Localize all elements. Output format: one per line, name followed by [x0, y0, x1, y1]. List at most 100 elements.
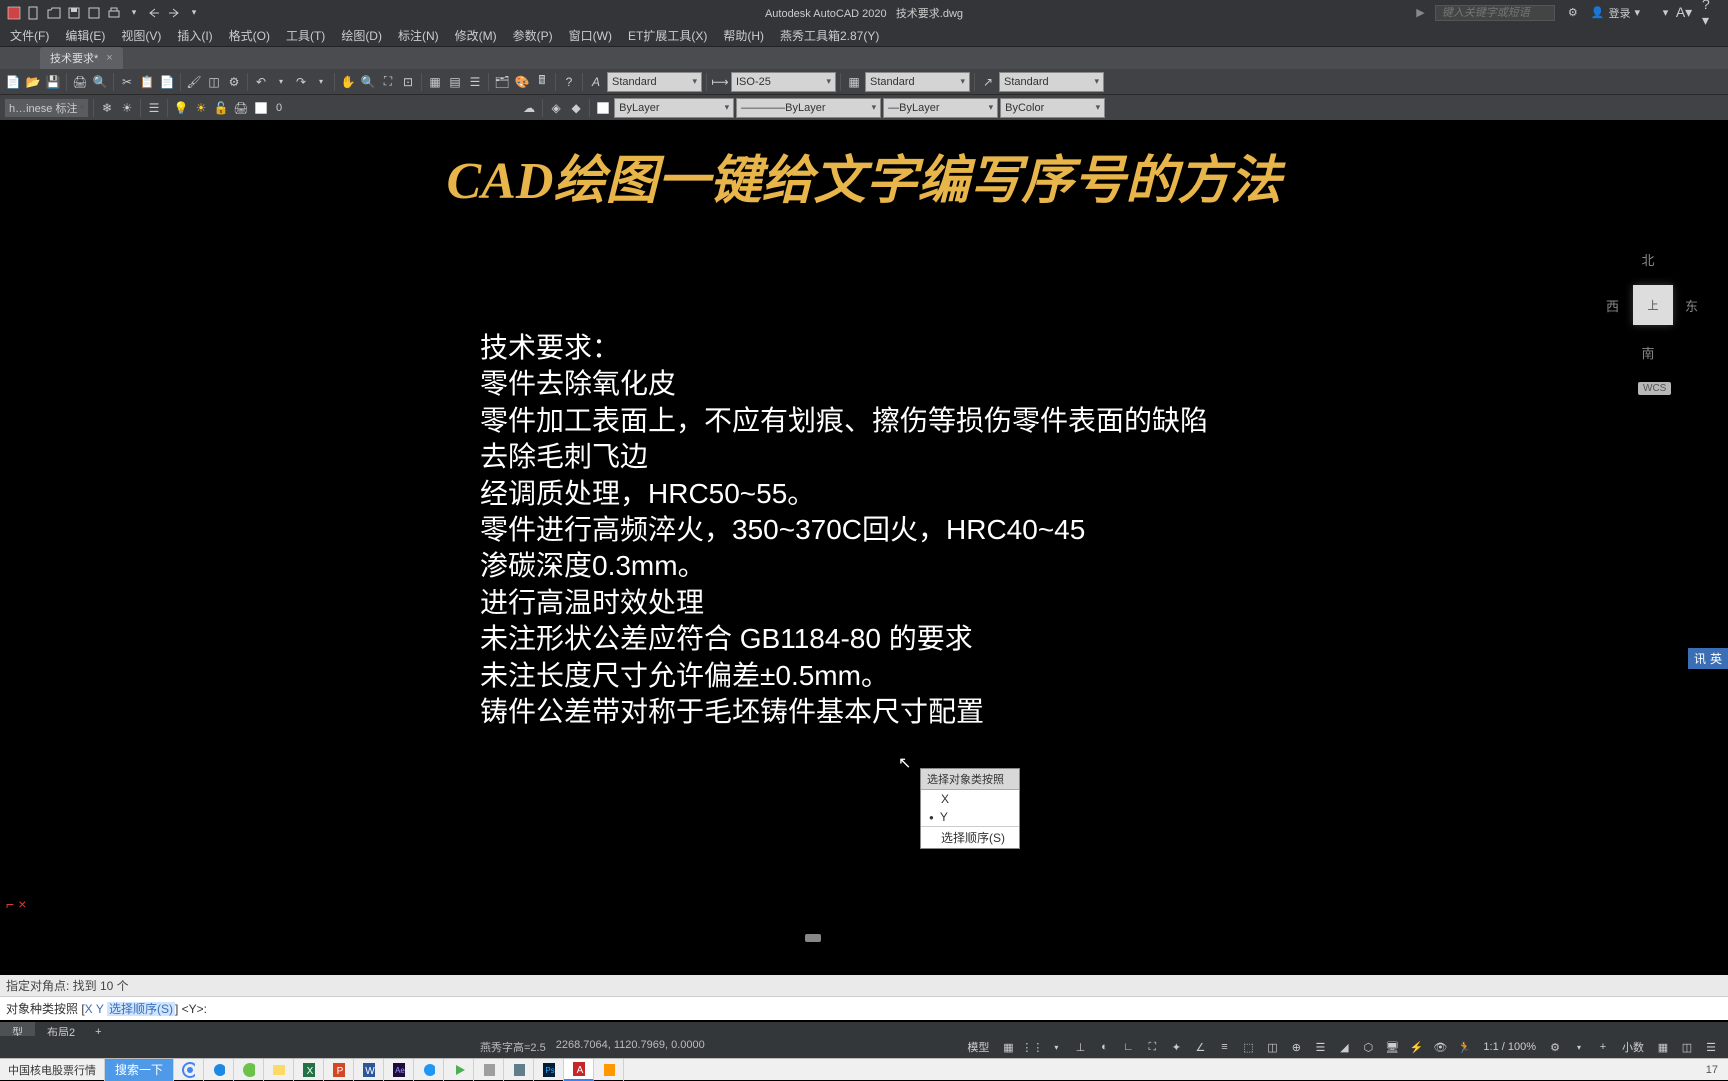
gear-icon[interactable]: ⚙ — [1546, 1038, 1564, 1056]
menu-help[interactable]: 帮助(H) — [715, 25, 772, 46]
viewcube-top[interactable]: 上 — [1633, 285, 1673, 325]
mleader-style-dropdown[interactable]: Standard — [999, 72, 1104, 92]
menu-yanxiu[interactable]: 燕秀工具箱2.87(Y) — [772, 25, 887, 46]
3dosnap-icon[interactable]: ✦ — [1167, 1038, 1185, 1056]
zoom-icon[interactable]: 🔍 — [359, 73, 377, 91]
browser-icon[interactable] — [234, 1059, 264, 1081]
text-line[interactable]: 零件进行高频淬火，350~370C回火，HRC40~45 — [480, 512, 1208, 548]
cart-icon[interactable]: ▾ — [1650, 5, 1666, 21]
text-line[interactable]: 铸件公差带对称于毛坯铸件基本尺寸配置 — [480, 694, 1208, 730]
sheet-icon[interactable]: ▤ — [446, 73, 464, 91]
preview-icon[interactable]: 🔍 — [91, 73, 109, 91]
save-icon[interactable] — [66, 5, 82, 21]
text-line[interactable]: 进行高温时效处理 — [480, 585, 1208, 621]
help-icon[interactable]: ? ▾ — [1702, 5, 1718, 21]
text-line[interactable]: 经调质处理，HRC50~55。 — [480, 476, 1208, 512]
text-line[interactable]: 去除毛刺飞边 — [480, 439, 1208, 475]
iso-icon[interactable]: ∟ — [1119, 1038, 1137, 1056]
grid-icon[interactable]: ▦ — [999, 1038, 1017, 1056]
color-icon[interactable] — [594, 99, 612, 117]
match-icon[interactable]: 🖌 — [185, 73, 203, 91]
viewcube-south[interactable]: 南 — [1641, 343, 1654, 362]
word-icon[interactable]: W — [354, 1059, 384, 1081]
powerpoint-icon[interactable]: P — [324, 1059, 354, 1081]
open-icon[interactable] — [46, 5, 62, 21]
polar-icon[interactable]: ◐ — [1095, 1038, 1113, 1056]
snap-icon[interactable]: ⋮⋮ — [1023, 1038, 1041, 1056]
copy-icon[interactable]: 📋 — [138, 73, 156, 91]
explorer-icon[interactable] — [264, 1059, 294, 1081]
viewcube-north[interactable]: 北 — [1641, 250, 1654, 269]
layer-off-icon[interactable]: ☁ — [520, 99, 538, 117]
menu-et[interactable]: ET扩展工具(X) — [620, 25, 715, 46]
undo-icon[interactable]: ↶ — [252, 73, 270, 91]
mleader-style-icon[interactable]: ↗ — [979, 73, 997, 91]
context-option-y[interactable]: Y — [921, 808, 1019, 826]
paste-icon[interactable]: 📄 — [158, 73, 176, 91]
list-icon[interactable]: ☰ — [466, 73, 484, 91]
taskbar-text[interactable]: 中国核电股票行情 — [0, 1059, 105, 1081]
drawing-canvas[interactable]: CAD绘图一键给文字编写序号的方法 技术要求： 零件去除氧化皮 零件加工表面上，… — [0, 120, 1728, 980]
search-input[interactable] — [1435, 5, 1555, 21]
pan-icon[interactable]: ✋ — [339, 73, 357, 91]
context-option-x[interactable]: X — [921, 790, 1019, 808]
selection-cycling-icon[interactable]: ◫ — [1263, 1038, 1281, 1056]
text-style-dropdown[interactable]: Standard — [607, 72, 702, 92]
ucs-icon[interactable]: ⌐× — [6, 896, 26, 912]
color-swatch-icon[interactable] — [252, 99, 270, 117]
transparency-icon[interactable]: ⬚ — [1239, 1038, 1257, 1056]
menu-tools[interactable]: 工具(T) — [278, 25, 333, 46]
dynamic-input-icon[interactable]: ⊕ — [1287, 1038, 1305, 1056]
file-tab[interactable]: 技术要求* × — [40, 47, 123, 69]
text-line[interactable]: 零件去除氧化皮 — [480, 366, 1208, 402]
ortho-icon[interactable]: ⊥ — [1071, 1038, 1089, 1056]
dim-style-dropdown[interactable]: ISO-25 — [731, 72, 836, 92]
menu-modify[interactable]: 修改(M) — [447, 25, 505, 46]
sun-icon[interactable]: ☀ — [192, 99, 210, 117]
block-icon[interactable]: ◫ — [205, 73, 223, 91]
menu-dimension[interactable]: 标注(N) — [390, 25, 447, 46]
menu-draw[interactable]: 绘图(D) — [333, 25, 390, 46]
text-line[interactable]: 未注长度尺寸允许偏差±0.5mm。 — [480, 658, 1208, 694]
viewcube-west[interactable]: 西 — [1606, 296, 1619, 315]
scrollbar-thumb[interactable] — [805, 934, 821, 942]
autocad-logo-icon[interactable] — [6, 5, 22, 21]
annotation-icon[interactable]: ◢ — [1335, 1038, 1353, 1056]
menu-window[interactable]: 窗口(W) — [561, 25, 620, 46]
command-prompt[interactable]: 对象种类按照 [X Y 选择顺序(S)] <Y>: — [0, 997, 1728, 1020]
new-icon[interactable] — [26, 5, 42, 21]
photoshop-icon[interactable]: Ps — [534, 1059, 564, 1081]
layout-icon[interactable]: ◫ — [1678, 1038, 1696, 1056]
media-icon[interactable] — [414, 1059, 444, 1081]
layer-icon[interactable]: ❄ — [98, 99, 116, 117]
wcs-badge[interactable]: WCS — [1638, 382, 1671, 395]
text-line[interactable]: 未注形状公差应符合 GB1184-80 的要求 — [480, 621, 1208, 657]
decimal-text[interactable]: 小数 — [1618, 1039, 1648, 1055]
redo-icon[interactable] — [166, 5, 182, 21]
dim-style-icon[interactable]: ⟼ — [711, 73, 729, 91]
plot-icon[interactable]: 🖨 — [232, 99, 250, 117]
layer-on-icon[interactable]: ◆ — [567, 99, 585, 117]
isolate-icon[interactable]: 👁 — [1431, 1038, 1449, 1056]
ie-icon[interactable] — [204, 1059, 234, 1081]
menu-format[interactable]: 格式(O) — [221, 25, 278, 46]
customize-icon[interactable]: ☰ — [1702, 1038, 1720, 1056]
menu-insert[interactable]: 插入(I) — [169, 25, 220, 46]
clean-screen-icon[interactable]: ▦ — [1654, 1038, 1672, 1056]
workspace-icon[interactable]: ⬡ — [1359, 1038, 1377, 1056]
zoom-window-icon[interactable]: ⛶ — [379, 73, 397, 91]
zoom-extents-icon[interactable]: ⊡ — [399, 73, 417, 91]
taskbar-search[interactable]: 搜索一下 — [105, 1059, 174, 1081]
app-icon[interactable]: A▾ — [1676, 5, 1692, 21]
text-line[interactable]: 技术要求： — [480, 330, 1208, 366]
design-center-icon[interactable]: 🗂 — [493, 73, 511, 91]
running-icon[interactable]: 🏃 — [1455, 1038, 1473, 1056]
undo-icon[interactable] — [146, 5, 162, 21]
play-icon[interactable] — [444, 1059, 474, 1081]
new-icon[interactable]: 📄 — [4, 73, 22, 91]
open-icon[interactable]: 📂 — [24, 73, 42, 91]
layer-iso-icon[interactable]: ◈ — [547, 99, 565, 117]
bulb-icon[interactable]: 💡 — [172, 99, 190, 117]
quick-props-icon[interactable]: ☰ — [1311, 1038, 1329, 1056]
chevron-down-icon[interactable]: ▾ — [1570, 1038, 1588, 1056]
